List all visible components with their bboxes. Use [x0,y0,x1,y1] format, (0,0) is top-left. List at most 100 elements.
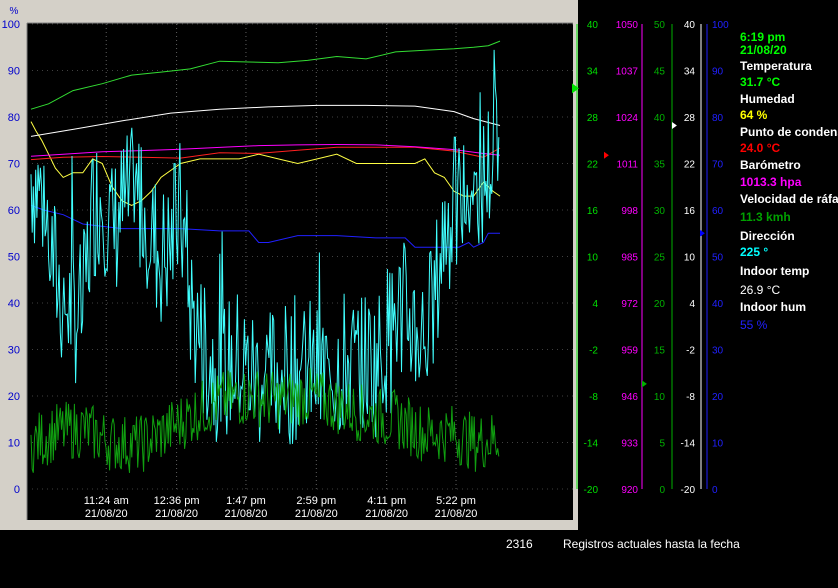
indoor-hum-axis-tick-label: 100 [712,20,729,31]
baro-axis-tick-label: 1011 [616,160,638,171]
x-axis-time-label: 11:24 am [84,495,129,507]
baro-axis-tick-label: 998 [621,206,638,217]
left-axis-tick-label: 90 [8,66,20,78]
indoor-temp-axis-tick-label: 4 [689,299,695,310]
indoor-temp-value: 26.9 °C [740,283,781,297]
baro-axis-tick-label: 1050 [616,20,639,31]
current-date: 21/08/20 [740,43,787,57]
temp-axis-tick-label: -2 [589,346,598,357]
x-axis-time-label: 5:22 pm [436,495,476,507]
indoor-temp-axis-tick-label: 16 [684,206,696,217]
wind-axis-tick-label: 40 [654,113,666,124]
left-axis-tick-label: 60 [8,205,20,217]
direction-value: 225 ° [740,245,769,259]
indoor-hum-axis-tick-label: 10 [712,439,724,450]
indoor-hum-axis-tick-label: 60 [712,206,724,217]
x-axis-date-label: 21/08/20 [85,508,128,520]
x-axis-time-label: 2:59 pm [296,495,336,507]
left-axis-tick-label: 70 [8,159,20,171]
wind-axis-tick-label: 20 [654,299,666,310]
gust-label: Velocidad de ráfaga [740,192,838,206]
indoor-hum-axis-tick-label: 40 [712,299,724,310]
indoor-hum-value: 55 % [740,318,768,332]
left-axis-tick-label: 10 [8,438,20,450]
indoor-hum-axis-tick-label: 80 [712,113,724,124]
temp-axis-tick-label: -8 [589,392,598,403]
temp-axis-tick-label: -14 [584,439,599,450]
indoor-hum-axis-tick-label: 30 [712,346,724,357]
wind-axis-tick-label: 30 [654,206,666,217]
temperature-label: Temperatura [740,59,812,73]
dewpoint-label: Punto de condensación [740,125,838,139]
indoor-hum-axis-tick-label: 90 [712,67,724,78]
x-axis-time-label: 1:47 pm [226,495,266,507]
wind-axis-tick-label: 15 [654,346,666,357]
current-value-markers [572,83,705,388]
humidity-label: Humedad [740,92,795,106]
indoor-hum-axis-tick-label: 70 [712,160,724,171]
chart: % 1009080706050403020100 4034282216104-2… [0,0,729,530]
baro-axis-tick-label: 1024 [616,113,639,124]
current-value-marker [604,151,609,159]
indoor-temp-axis-tick-label: -20 [681,485,696,496]
left-axis-tick-label: 100 [2,19,20,31]
baro-axis-tick-label: 985 [621,253,638,264]
temp-axis-tick-label: -20 [584,485,599,496]
direction-label: Dirección [740,229,795,243]
status-message: Registros actuales hasta la fecha [563,537,740,551]
temp-axis-tick-label: 22 [587,160,599,171]
current-value-marker [672,122,677,130]
wind-axis-tick-label: 35 [654,160,666,171]
current-value-marker [642,380,647,388]
left-axis-tick-label: 80 [8,112,20,124]
left-axis-unit: % [10,6,19,17]
x-axis-date-label: 21/08/20 [155,508,198,520]
baro-axis-tick-label: 972 [621,299,638,310]
wind-axis-tick-label: 45 [654,67,666,78]
indoor-temp-axis-tick-label: 28 [684,113,696,124]
indoor-hum-axis-tick-label: 50 [712,253,724,264]
temperature-value: 31.7 °C [740,75,781,89]
temp-axis-tick-label: 4 [592,299,598,310]
temp-axis-tick-label: 28 [587,113,599,124]
current-value-marker [700,229,705,237]
left-axis-tick-label: 30 [8,345,20,357]
record-count: 2316 [506,537,533,551]
temp-axis-tick-label: 10 [587,253,599,264]
wind-axis-tick-label: 25 [654,253,666,264]
baro-axis-tick-label: 946 [621,392,638,403]
x-axis-date-label: 21/08/20 [225,508,268,520]
barometer-value: 1013.3 hpa [740,175,802,189]
temp-axis-tick-label: 34 [587,67,599,78]
baro-axis-tick-label: 959 [621,346,638,357]
baro-axis-tick-label: 920 [621,485,638,496]
indoor-hum-axis-tick-label: 20 [712,392,724,403]
temp-axis-tick-label: 16 [587,206,599,217]
wind-axis-tick-label: 0 [659,485,665,496]
indoor-hum-label: Indoor hum [740,300,806,314]
left-axis-tick-label: 50 [8,252,20,264]
wind-axis-tick-label: 5 [659,439,665,450]
right-axes: 4034282216104-2-8-14-2010501037102410119… [576,20,729,496]
barometer-label: Barómetro [740,158,801,172]
indoor-temp-axis-tick-label: -2 [686,346,695,357]
baro-axis-tick-label: 1037 [616,67,639,78]
x-axis-date-label: 21/08/20 [365,508,408,520]
humidity-value: 64 % [740,108,768,122]
x-axis-date-label: 21/08/20 [435,508,478,520]
indoor-temp-axis-tick-label: 40 [684,20,696,31]
current-time: 6:19 pm [740,30,786,44]
wind-axis-tick-label: 10 [654,392,666,403]
indoor-temp-axis-tick-label: -14 [681,439,696,450]
baro-axis-tick-label: 933 [621,439,638,450]
dewpoint-value: 24.0 °C [740,141,781,155]
gust-value: 11.3 kmh [740,210,791,224]
indoor-temp-axis-tick-label: -8 [686,392,695,403]
wind-axis-tick-label: 50 [654,20,666,31]
x-axis-time-label: 4:11 pm [367,495,406,507]
indoor-hum-axis-tick-label: 0 [712,485,718,496]
x-axis-time-label: 12:36 pm [154,495,200,507]
indoor-temp-axis-tick-label: 34 [684,67,696,78]
left-axis-tick-label: 20 [8,391,20,403]
x-axis-date-label: 21/08/20 [295,508,338,520]
